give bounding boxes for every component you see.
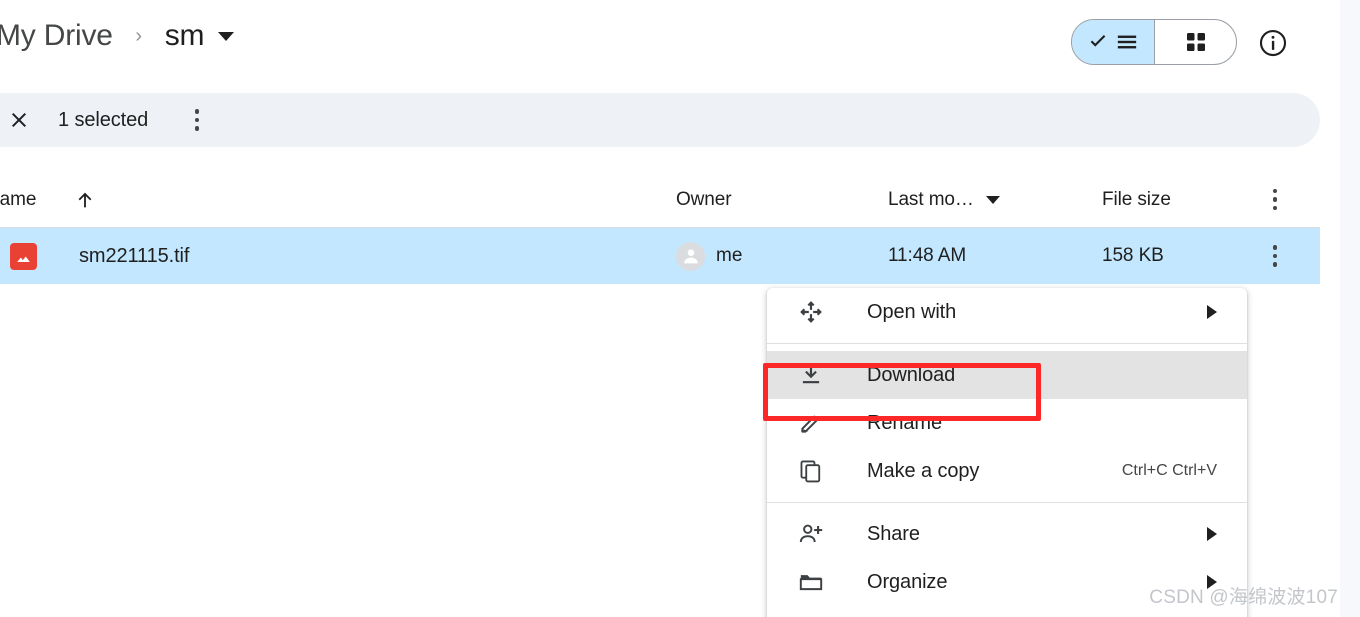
menu-item-share-label: Share [867,522,920,545]
column-header-name-label: Name [0,188,37,210]
top-bar: My Drive › sm [0,0,1340,84]
column-header-owner-label: Owner [676,188,732,210]
grid-icon [1186,33,1205,51]
page-right-gutter [1340,0,1360,617]
dot [1272,197,1278,202]
file-last-modified-cell: 11:48 AM [888,228,966,284]
menu-divider [767,343,1247,344]
menu-item-organize-label: Organize [867,570,948,593]
menu-item-open-with-label: Open with [867,300,957,323]
download-icon [797,362,825,388]
dot [1272,253,1278,259]
menu-item-rename-label: Rename [867,411,942,434]
info-icon[interactable] [1258,28,1288,58]
move-arrows-icon [797,299,825,325]
selection-more-options-icon[interactable] [184,105,210,135]
row-more-options-icon[interactable] [1262,241,1288,271]
menu-item-open-with[interactable]: Open with [767,288,1247,336]
menu-divider [767,502,1247,503]
arrow-up-icon[interactable] [74,189,96,211]
dot [194,109,200,114]
dot [194,117,200,123]
breadcrumb: My Drive › sm [0,14,235,58]
chevron-down-icon[interactable] [985,195,1000,204]
file-size-cell: 158 KB [1102,228,1164,284]
dot [194,126,200,131]
check-icon [1090,35,1105,47]
pencil-icon [797,410,825,436]
breadcrumb-separator-icon: › [135,25,143,47]
table-more-options-icon[interactable] [1262,185,1288,215]
menu-item-make-a-copy-label: Make a copy [867,459,980,482]
file-last-modified-label: 11:48 AM [888,245,967,266]
person-avatar-icon [676,241,705,271]
menu-item-make-a-copy[interactable]: Make a copy Ctrl+C Ctrl+V [767,447,1247,495]
context-menu: Open with Download Rename Make a copy Ct… [767,288,1247,617]
drive-file-list-page: My Drive › sm 1 selected ame Owner Last … [0,0,1360,617]
dot [1272,188,1278,194]
breadcrumb-root[interactable]: My Drive [0,14,119,58]
file-owner-cell: me [676,228,742,284]
list-view-button[interactable] [1072,20,1154,64]
dot [1272,205,1278,211]
chevron-down-icon[interactable] [218,31,235,41]
column-header-file-size-label: File size [1102,188,1171,210]
submenu-arrow-icon [1207,527,1217,541]
column-header-file-size[interactable]: File size [1102,172,1171,227]
menu-item-share[interactable]: Share [767,510,1247,558]
table-header-row: Name Owner Last mo… File size [0,172,1320,228]
list-icon [1117,35,1136,49]
column-header-last-modified-label: Last mo… [888,188,974,210]
file-row-more-cell[interactable] [1262,228,1288,284]
menu-item-rename[interactable]: Rename [767,399,1247,447]
file-name-cell[interactable]: sm221115.tif [0,228,189,284]
table-row[interactable]: sm221115.tif me 11:48 AM 158 KB [0,228,1320,284]
view-toggle[interactable] [1071,19,1237,65]
file-owner-label: me [716,245,743,266]
menu-item-make-a-copy-shortcut: Ctrl+C Ctrl+V [1121,462,1217,479]
column-header-more[interactable] [1262,172,1288,227]
selection-count: 1 selected [58,108,149,131]
column-header-name[interactable]: Name [0,172,96,227]
menu-item-download[interactable]: Download [767,351,1247,399]
file-size-label: 158 KB [1102,245,1164,266]
copy-icon [797,458,825,484]
column-header-owner[interactable]: Owner [676,172,732,227]
menu-item-download-label: Download [867,363,956,386]
grid-view-button[interactable] [1154,20,1236,64]
dot [1272,245,1278,250]
file-name-label: sm221115.tif [79,244,190,267]
person-add-icon [797,521,825,547]
image-file-icon [10,242,37,270]
submenu-arrow-icon [1207,305,1217,319]
selection-bar: 1 selected [0,93,1320,147]
breadcrumb-current[interactable]: sm [159,14,205,58]
watermark: CSDN @海绵波波107 [1149,587,1338,608]
column-header-last-modified[interactable]: Last mo… [888,172,1000,227]
file-table: Name Owner Last mo… File size [0,172,1320,284]
dot [1272,262,1278,267]
folder-icon [797,569,825,595]
close-icon[interactable] [6,107,32,133]
